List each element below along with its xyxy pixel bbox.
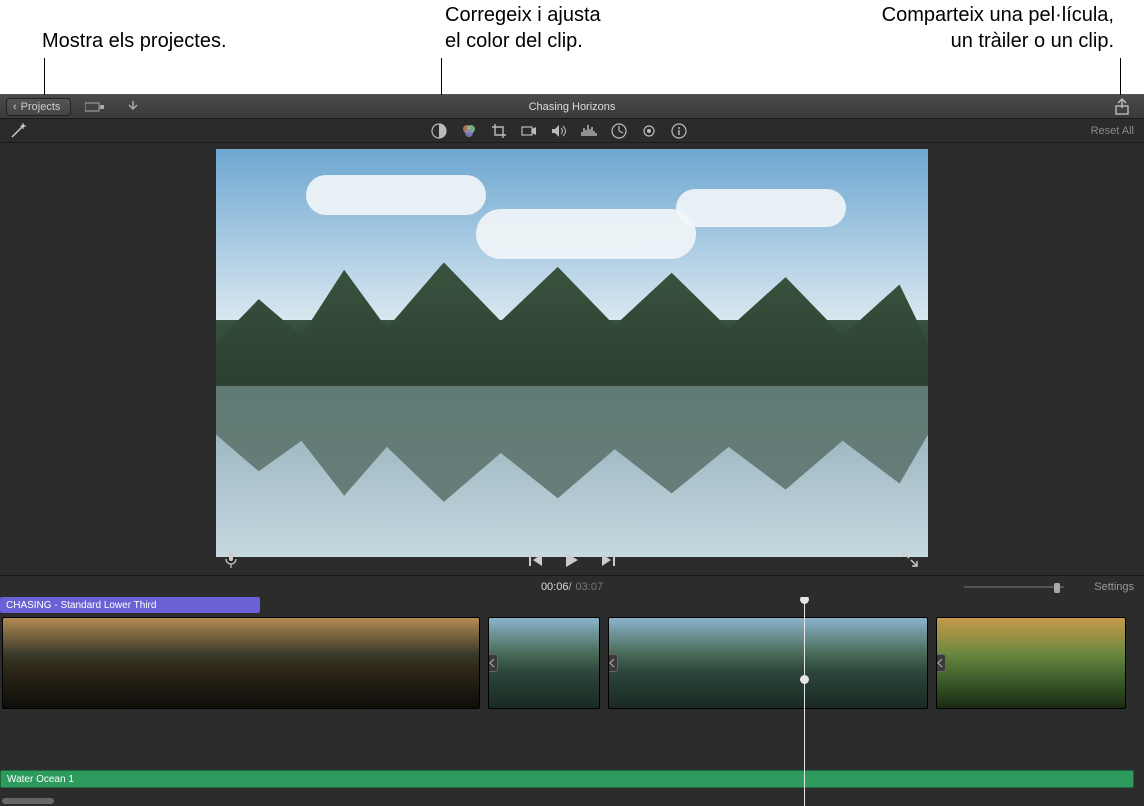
preview-viewer[interactable] [216, 149, 928, 557]
timecode-row: 00:06 / 03:07 Settings [0, 575, 1144, 597]
media-library-button[interactable] [81, 99, 109, 115]
transition-icon[interactable] [608, 654, 618, 672]
share-button[interactable] [1110, 97, 1134, 117]
adjust-toolbar: Reset All [0, 119, 1144, 143]
playback-controls [527, 551, 617, 569]
project-title: Chasing Horizons [529, 101, 616, 113]
projects-button[interactable]: ‹ Projects [6, 98, 71, 116]
callout-color: Corregeix i ajusta el color del clip. [445, 2, 601, 54]
import-button[interactable] [119, 99, 147, 115]
next-frame-button[interactable] [599, 551, 617, 569]
timecode-separator: / [568, 581, 571, 593]
prev-frame-button[interactable] [527, 551, 545, 569]
timeline[interactable]: CHASING - Standard Lower Third Water Oce… [0, 597, 1144, 806]
color-correction-icon[interactable] [460, 122, 478, 140]
annotation-layer: Mostra els projectes. Corregeix i ajusta… [0, 0, 1144, 94]
timeline-scrollbar[interactable] [0, 796, 1144, 806]
video-track [0, 617, 1144, 709]
video-clip[interactable] [608, 617, 928, 709]
video-clip[interactable] [2, 617, 480, 709]
noise-reduction-icon[interactable] [580, 122, 598, 140]
clip-filter-icon[interactable] [640, 122, 658, 140]
chevron-left-icon: ‹ [13, 101, 17, 113]
imovie-window: ‹ Projects Chasing Horizons Re [0, 94, 1144, 806]
callout-projects: Mostra els projectes. [42, 28, 227, 54]
transition-icon[interactable] [488, 654, 498, 672]
stabilization-icon[interactable] [520, 122, 538, 140]
timecode-total: 03:07 [576, 581, 604, 593]
playhead[interactable] [804, 597, 805, 806]
timecode-current: 00:06 [541, 581, 569, 593]
callout-line [1120, 58, 1121, 100]
callout-line [44, 58, 45, 100]
audio-clip[interactable]: Water Ocean 1 [0, 770, 1134, 788]
voiceover-mic-button[interactable] [224, 551, 242, 569]
color-balance-icon[interactable] [430, 122, 448, 140]
crop-icon[interactable] [490, 122, 508, 140]
transport-bar [0, 549, 1144, 571]
timeline-zoom-slider[interactable] [964, 581, 1064, 593]
top-toolbar: ‹ Projects Chasing Horizons [0, 95, 1144, 119]
adjust-icon-row [430, 122, 688, 140]
video-clip[interactable] [936, 617, 1126, 709]
viewer-area [0, 143, 1144, 575]
projects-button-label: Projects [21, 101, 61, 113]
enhance-wand-button[interactable] [8, 121, 28, 141]
reset-all-button[interactable]: Reset All [1091, 125, 1134, 137]
speed-icon[interactable] [610, 122, 628, 140]
video-clip[interactable] [488, 617, 600, 709]
fullscreen-button[interactable] [902, 551, 920, 569]
callout-share: Comparteix una pel·lícula, un tràiler o … [882, 2, 1114, 54]
volume-icon[interactable] [550, 122, 568, 140]
play-button[interactable] [563, 551, 581, 569]
timeline-settings-button[interactable]: Settings [1094, 581, 1134, 593]
info-icon[interactable] [670, 122, 688, 140]
title-clip[interactable]: CHASING - Standard Lower Third [0, 597, 260, 613]
transition-icon[interactable] [936, 654, 946, 672]
